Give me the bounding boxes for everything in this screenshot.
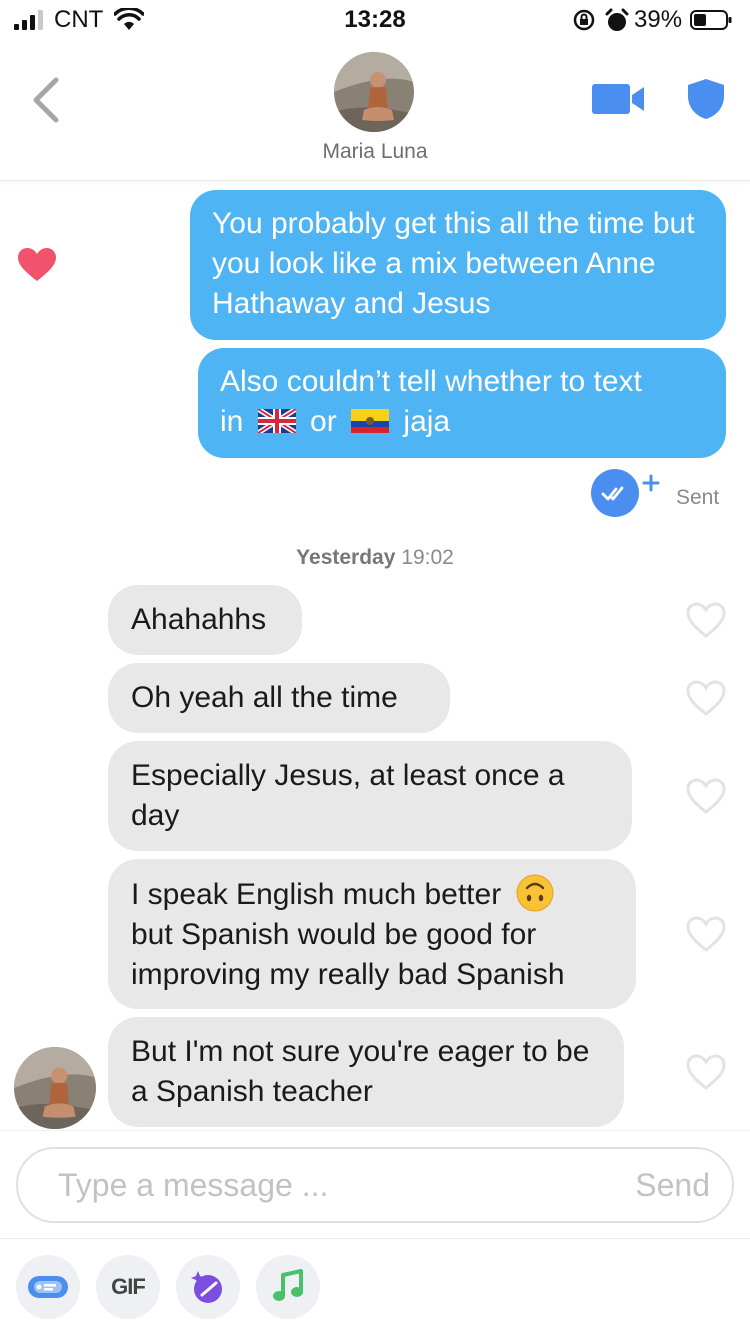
status-bar: CNT 13:28 39% — [0, 0, 750, 40]
sparkle-icon — [191, 1271, 222, 1303]
sender-avatar[interactable] — [14, 1047, 96, 1129]
ecuador-flag-icon — [351, 409, 390, 433]
contact-avatar[interactable] — [334, 52, 414, 132]
gif-icon: GIF — [111, 1274, 146, 1299]
timestamp-day: Yesterday — [296, 546, 396, 569]
incoming-message[interactable]: I speak English much better but Spanish … — [108, 859, 636, 1009]
uk-flag-icon — [257, 409, 296, 433]
message-text: I speak English much better — [131, 878, 502, 911]
video-call-icon[interactable] — [592, 82, 646, 116]
message-text: Ahahahhs — [131, 603, 267, 636]
message-text: Especially Jesus, at least once a day — [131, 759, 565, 832]
upside-down-face-icon — [516, 874, 554, 912]
battery-icon — [690, 10, 732, 30]
message-timestamp: Yesterday 19:02 — [0, 546, 750, 570]
message-text: but Spanish would be good for improving … — [131, 918, 565, 991]
read-receipt-icon[interactable] — [590, 468, 660, 518]
safety-shield-icon[interactable] — [686, 78, 726, 120]
outgoing-message[interactable]: You probably get this all the time but y… — [190, 190, 726, 340]
back-arrow-icon[interactable] — [28, 74, 64, 126]
sticker-icon — [28, 1276, 68, 1298]
timestamp-time: 19:02 — [401, 546, 454, 569]
alarm-icon — [605, 8, 629, 31]
message-placeholder: Type a message ... — [58, 1167, 329, 1203]
incoming-message[interactable]: Oh yeah all the time — [108, 663, 450, 733]
message-text: Oh yeah all the time — [131, 681, 398, 714]
contact-name[interactable]: Maria Luna — [0, 140, 750, 164]
battery-percent: 39% — [634, 6, 683, 33]
attachment-toolbar: GIF — [0, 1238, 750, 1335]
message-text: or — [310, 405, 337, 438]
message-text: in — [220, 405, 244, 438]
message-text: You probably get this all the time but y… — [212, 207, 695, 320]
music-icon — [273, 1269, 303, 1301]
like-heart-icon[interactable] — [686, 680, 726, 716]
liked-heart-icon[interactable] — [18, 248, 56, 282]
effects-button[interactable] — [176, 1255, 240, 1319]
like-heart-icon[interactable] — [686, 1054, 726, 1090]
outgoing-message[interactable]: Also couldn’t tell whether to text in or… — [198, 348, 726, 458]
send-button[interactable]: Send — [635, 1167, 710, 1204]
like-heart-icon[interactable] — [686, 602, 726, 638]
music-button[interactable] — [256, 1255, 320, 1319]
rotation-lock-icon — [573, 9, 595, 31]
like-heart-icon[interactable] — [686, 916, 726, 952]
sent-status: Sent — [676, 486, 720, 509]
composer: Type a message ... Send — [0, 1130, 750, 1239]
message-text: Also couldn’t tell whether to text — [220, 365, 642, 398]
incoming-message[interactable]: But I'm not sure you're eager to be a Sp… — [108, 1017, 624, 1127]
gif-button[interactable]: GIF — [96, 1255, 160, 1319]
chat-header: Maria Luna — [0, 40, 750, 181]
sticker-button[interactable] — [16, 1255, 80, 1319]
message-input[interactable]: Type a message ... Send — [16, 1147, 734, 1223]
incoming-message[interactable]: Ahahahhs — [108, 585, 302, 655]
like-heart-icon[interactable] — [686, 778, 726, 814]
incoming-message[interactable]: Especially Jesus, at least once a day — [108, 741, 632, 851]
message-text: jaja — [403, 405, 451, 438]
message-text: But I'm not sure you're eager to be a Sp… — [131, 1035, 590, 1108]
